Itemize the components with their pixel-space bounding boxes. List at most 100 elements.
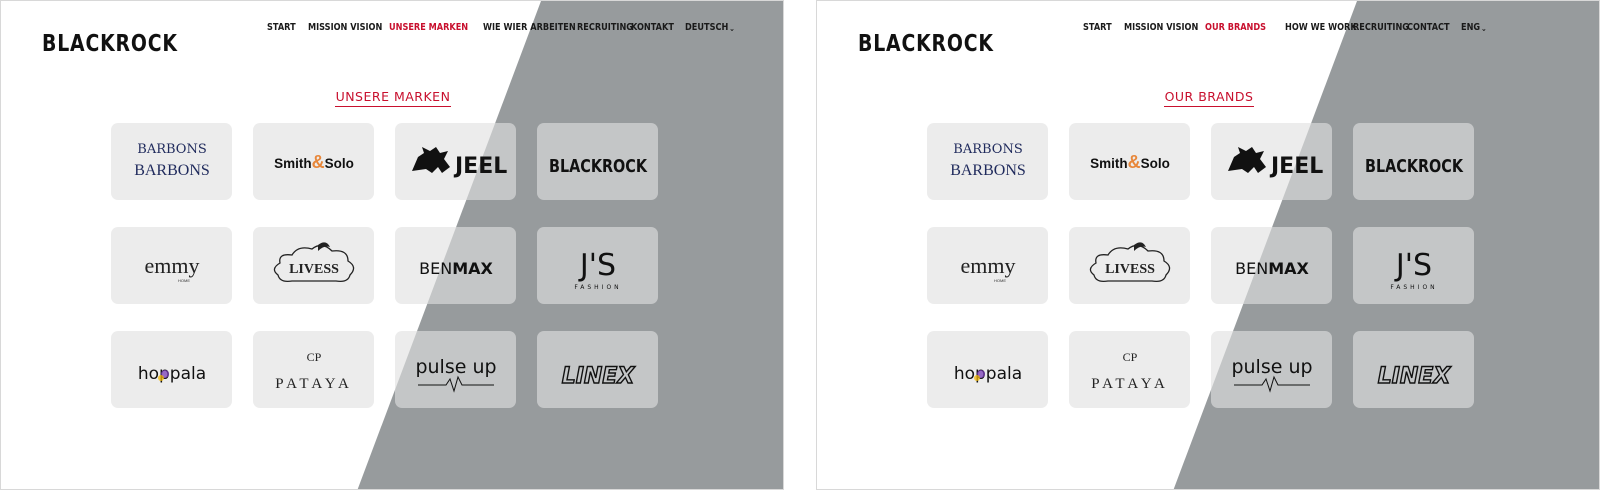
barbons-mark: BARBONS <box>953 142 1022 157</box>
nav-item-1[interactable]: MISSION VISION <box>308 22 382 33</box>
nav-item-3[interactable]: WIE WIER ARBEITEN <box>483 22 576 33</box>
nav-item-4[interactable]: RECRUITING <box>1353 22 1409 33</box>
barbons-mark: BARBONS <box>137 142 206 157</box>
brand-card-livess[interactable]: LIVESS <box>253 227 374 304</box>
brand-card-blackrock[interactable]: BLACKROCK <box>537 123 658 200</box>
barbons-logo: BARBONS BARBONS <box>134 142 210 179</box>
chevron-down-icon[interactable]: ⌄ <box>729 24 735 33</box>
barbons-text: BARBONS <box>950 162 1026 179</box>
nav-item-label: RECRUITING <box>577 22 633 33</box>
section-heading: OUR BRANDS <box>817 88 1599 107</box>
feather-icon <box>1133 241 1146 251</box>
barbons-text: BARBONS <box>134 162 210 179</box>
brand-card-livess[interactable]: LIVESS <box>1069 227 1190 304</box>
brand-card-pulseup[interactable]: pulse up <box>395 331 516 408</box>
pulseup-logo: pulse up <box>1231 356 1312 393</box>
smith-solo-logo: Smith&Solo <box>274 152 354 172</box>
blackrock-text: BLACKROCK <box>1365 156 1464 177</box>
barbons-logo: BARBONS BARBONS <box>950 142 1026 179</box>
brand-card-emmy[interactable]: emmy HOME <box>111 227 232 304</box>
linex-text: LINEX <box>1377 364 1451 389</box>
pulseup-text: pulse up <box>415 356 496 378</box>
pataya-text: PATAYA <box>1091 376 1169 392</box>
brand-card-barbons[interactable]: BARBONS BARBONS <box>111 123 232 200</box>
nav-item-2[interactable]: UNSERE MARKEN <box>389 22 468 33</box>
blackrock-logo: BLACKROCK <box>1365 156 1464 177</box>
brand-card-barbons[interactable]: BARBONS BARBONS <box>927 123 1048 200</box>
brand-card-pataya[interactable]: CP PATAYA <box>1069 331 1190 408</box>
brand-card-pataya[interactable]: CP PATAYA <box>253 331 374 408</box>
color-dot-icon <box>973 374 980 381</box>
nav-item-1[interactable]: MISSION VISION <box>1124 22 1198 33</box>
jeel-text: JEEL <box>453 154 507 179</box>
js-text: J'S <box>577 248 615 283</box>
js-logo: J'SFASHION <box>574 248 621 291</box>
section-heading: UNSERE MARKEN <box>1 88 783 107</box>
pataya-logo: CP PATAYA <box>275 350 349 392</box>
blackrock-logo: BLACKROCK <box>549 156 648 177</box>
nav-item-label: OUR BRANDS <box>1205 22 1267 33</box>
nav-item-4[interactable]: RECRUITING <box>577 22 633 33</box>
nav-item-label: START <box>267 22 296 33</box>
nav-item-label: WIE WIER ARBEITEN <box>483 22 576 33</box>
brand-card-emmy[interactable]: emmy HOME <box>927 227 1048 304</box>
brand-card-jeel[interactable]: JEEL <box>395 123 516 200</box>
brand-card-blackrock[interactable]: BLACKROCK <box>1353 123 1474 200</box>
smith-word: Smith <box>1090 156 1128 171</box>
js-text: J'S <box>1393 248 1431 283</box>
hoppala-logo: hoppala <box>137 364 205 384</box>
nav-item-0[interactable]: START <box>1083 22 1112 33</box>
brand-card-benmax[interactable]: BENMAX <box>395 227 516 304</box>
smith-solo-logo: Smith&Solo <box>1090 152 1170 172</box>
brand-card-hoppala[interactable]: hoppala <box>927 331 1048 408</box>
livess-logo: LIVESS <box>1089 241 1170 282</box>
pulseup-logo: pulse up <box>415 356 496 393</box>
section-title: OUR BRANDS <box>1163 89 1255 107</box>
pataya-mark: CP <box>1122 350 1137 364</box>
brand-card-smith-solo[interactable]: Smith&Solo <box>1069 123 1190 200</box>
brand-card-linex[interactable]: LINEX <box>537 331 658 408</box>
blackrock-text: BLACKROCK <box>549 156 648 177</box>
lion-icon <box>1227 146 1266 173</box>
brand-logo[interactable]: BLACKROCK <box>42 31 178 57</box>
brand-card-jeel[interactable]: JEEL <box>1211 123 1332 200</box>
hoppala-text: hoppala <box>953 364 1021 384</box>
nav-item-5[interactable]: CONTACT <box>1407 22 1450 33</box>
jeel-text: JEEL <box>1269 154 1323 179</box>
nav-item-label: CONTACT <box>1407 22 1450 33</box>
chevron-down-icon[interactable]: ⌄ <box>1481 24 1487 33</box>
lion-icon <box>411 146 450 173</box>
emmy-sub: HOME <box>178 278 190 283</box>
ben-word: BEN <box>419 259 452 278</box>
nav-item-3[interactable]: HOW WE WORK <box>1285 22 1357 33</box>
brand-card-benmax[interactable]: BENMAX <box>1211 227 1332 304</box>
section-title: UNSERE MARKEN <box>334 89 452 107</box>
brand-card-smith-solo[interactable]: Smith&Solo <box>253 123 374 200</box>
page-german: BLACKROCK START MISSION VISION UNSERE MARKE… <box>0 0 784 490</box>
nav-item-0[interactable]: START <box>267 22 296 33</box>
nav-item-6[interactable]: ENG⌄ <box>1461 22 1487 33</box>
brand-card-js[interactable]: J'S FASHION <box>1353 227 1474 304</box>
benmax-logo: BENMAX <box>1235 259 1309 278</box>
amp-glyph: & <box>311 152 324 172</box>
emmy-text: emmy <box>144 253 199 278</box>
nav-item-2[interactable]: OUR BRANDS <box>1205 22 1266 33</box>
max-word: MAX <box>1268 259 1309 278</box>
jeel-logo: JEEL <box>411 146 507 179</box>
brand-card-js[interactable]: J'S FASHION <box>537 227 658 304</box>
nav-item-5[interactable]: KONTAKT <box>631 22 674 33</box>
emmy-logo: emmyHOME <box>144 253 199 283</box>
brand-card-pulseup[interactable]: pulse up <box>1211 331 1332 408</box>
pataya-logo: CP PATAYA <box>1091 350 1169 392</box>
nav-item-label: START <box>1083 22 1112 33</box>
brand-card-linex[interactable]: LINEX <box>1353 331 1474 408</box>
js-sub: FASHION <box>574 284 621 291</box>
brand-logo[interactable]: BLACKROCK <box>858 31 994 57</box>
linex-logo: LINEX <box>560 363 635 389</box>
hoppala-logo: hoppala <box>953 364 1021 384</box>
js-sub: FASHION <box>1390 284 1437 291</box>
solo-word: Solo <box>1140 156 1169 171</box>
brand-card-hoppala[interactable]: hoppala <box>111 331 232 408</box>
nav-item-6[interactable]: DEUTSCH⌄ <box>685 22 735 33</box>
nav-item-label: RECRUITING <box>1353 22 1409 33</box>
